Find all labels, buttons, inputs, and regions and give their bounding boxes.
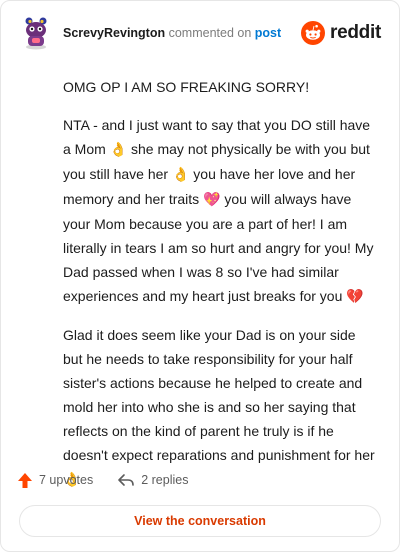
comment-footer: 7 upvotes 2 replies — [17, 469, 212, 491]
comment-paragraph: NTA - and I just want to say that you DO… — [63, 113, 377, 309]
comment-body: OMG OP I AM SO FREAKING SORRY! NTA - and… — [63, 75, 377, 506]
post-link[interactable]: post — [255, 26, 281, 40]
ok-hand-emoji-icon: 👌 — [171, 167, 190, 183]
upvote-stat[interactable]: 7 upvotes — [17, 472, 93, 489]
reply-arrow-icon — [118, 474, 135, 486]
broken-heart-emoji-icon: 💔 — [346, 289, 364, 305]
view-conversation-button[interactable]: View the conversation — [19, 505, 381, 537]
sparkling-heart-emoji-icon: 💖 — [203, 192, 221, 208]
action-text: commented on — [168, 26, 252, 40]
comment-text: OMG OP I AM SO FREAKING SORRY! — [63, 79, 310, 95]
upvote-count: 7 upvotes — [39, 473, 94, 487]
comment-header: ScrevyRevington commented on post reddit — [21, 15, 381, 51]
comment-paragraph: OMG OP I AM SO FREAKING SORRY! — [63, 75, 377, 99]
ok-hand-emoji-icon: 👌 — [109, 142, 128, 158]
comment-embed-card: ScrevyRevington commented on post reddit… — [0, 0, 400, 552]
username-link[interactable]: ScrevyRevington — [63, 26, 165, 40]
reddit-snoo-icon — [301, 21, 326, 45]
reddit-wordmark: reddit — [330, 22, 381, 43]
reply-count: 2 replies — [141, 473, 189, 487]
comment-text: Glad it does seem like your Dad is on yo… — [63, 327, 375, 463]
avatar[interactable] — [21, 16, 51, 50]
reddit-logo[interactable]: reddit — [301, 21, 381, 45]
comment-byline: ScrevyRevington commented on post — [63, 26, 301, 40]
upvote-arrow-icon — [18, 472, 32, 488]
comment-paragraph: Glad it does seem like your Dad is on yo… — [63, 323, 377, 492]
reply-stat[interactable]: 2 replies — [117, 472, 188, 488]
